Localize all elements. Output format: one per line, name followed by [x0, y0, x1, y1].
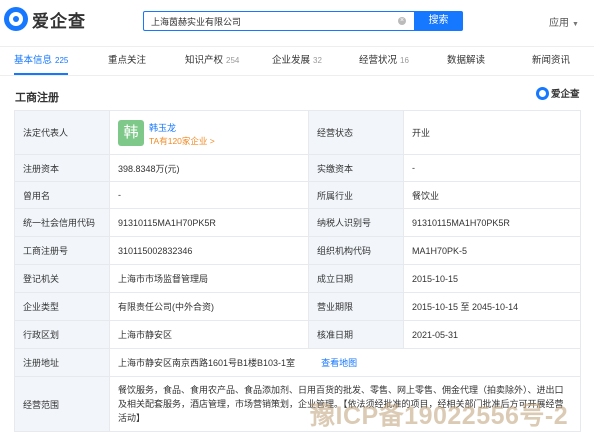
reg-no-label: 工商注册号 — [14, 236, 110, 265]
registration-table: 法定代表人 韩 韩玉龙 TA有120家企业 > 经营状态 开业 注册资本 398… — [14, 110, 581, 432]
table-row: 统一社会信用代码 91310115MA1H70PK5R 纳税人识别号 91310… — [14, 208, 581, 237]
legal-rep-label: 法定代表人 — [14, 110, 110, 155]
district-label: 行政区划 — [14, 320, 110, 349]
chevron-down-icon: ▼ — [572, 21, 579, 28]
tab-count: 254 — [226, 56, 240, 65]
apps-menu[interactable]: 应用 ▼ — [549, 14, 579, 29]
credit-code-label: 统一社会信用代码 — [14, 208, 110, 237]
table-row: 注册资本 398.8348万(元) 实缴资本 - — [14, 154, 581, 182]
authority-value: 上海市市场监督管理局 — [109, 264, 309, 293]
apps-label: 应用 — [549, 18, 569, 29]
tab-key-attention[interactable]: 重点关注 — [108, 47, 146, 75]
search-input[interactable] — [144, 12, 384, 30]
legal-rep-cell: 韩 韩玉龙 TA有120家企业 > — [109, 110, 309, 155]
tab-development[interactable]: 企业发展 32 — [272, 47, 322, 75]
address-label: 注册地址 — [14, 348, 110, 377]
type-value: 有限责任公司(中外合资) — [109, 292, 309, 321]
industry-value: 餐饮业 — [403, 181, 581, 209]
tab-label: 数据解读 — [447, 55, 486, 66]
former-name-value: - — [109, 181, 309, 209]
brand-logo: 爱企查 — [536, 86, 580, 100]
logo[interactable]: 爱企查 — [4, 6, 86, 32]
tab-label: 企业发展 — [272, 55, 311, 66]
search-button[interactable]: 搜索 — [414, 11, 463, 31]
former-name-label: 曾用名 — [14, 181, 110, 209]
status-value: 开业 — [403, 110, 581, 155]
table-row: 登记机关 上海市市场监督管理局 成立日期 2015-10-15 — [14, 264, 581, 293]
term-value: 2015-10-15 至 2045-10-14 — [403, 292, 581, 321]
logo-icon — [4, 7, 28, 31]
table-row: 行政区划 上海市静安区 核准日期 2021-05-31 — [14, 320, 581, 349]
approval-label: 核准日期 — [308, 320, 404, 349]
type-label: 企业类型 — [14, 292, 110, 321]
established-label: 成立日期 — [308, 264, 404, 293]
avatar: 韩 — [118, 120, 144, 146]
tab-basic-info[interactable]: 基本信息 225 — [14, 47, 69, 75]
table-row: 曾用名 - 所属行业 餐饮业 — [14, 181, 581, 209]
tab-data-analysis[interactable]: 数据解读 — [447, 47, 485, 75]
clear-icon[interactable]: × — [398, 17, 406, 25]
tab-label: 基本信息 — [14, 55, 53, 66]
paid-capital-value: - — [403, 154, 581, 182]
search-box: × — [143, 11, 415, 31]
taxpayer-value: 91310115MA1H70PK5R — [403, 208, 581, 237]
address-value: 上海市静安区南京西路1601号B1楼B103-1室 — [118, 358, 296, 368]
tab-label: 经营状况 — [359, 55, 398, 66]
paid-capital-label: 实缴资本 — [308, 154, 404, 182]
tab-label: 重点关注 — [108, 55, 147, 66]
brand-text: 爱企查 — [551, 89, 580, 100]
tab-count: 32 — [313, 56, 322, 65]
top-bar: 爱企查 × 搜索 应用▼ — [0, 0, 594, 42]
table-row: 工商注册号 310115002832346 组织机构代码 MA1H70PK-5 — [14, 236, 581, 265]
tab-count: 225 — [55, 56, 69, 65]
table-row: 法定代表人 韩 韩玉龙 TA有120家企业 > 经营状态 开业 — [14, 110, 581, 155]
logo-text: 爱企查 — [32, 11, 86, 31]
table-row: 注册地址 上海市静安区南京西路1601号B1楼B103-1室 查看地图 — [14, 348, 581, 377]
taxpayer-label: 纳税人识别号 — [308, 208, 404, 237]
approval-value: 2021-05-31 — [403, 320, 581, 349]
industry-label: 所属行业 — [308, 181, 404, 209]
tab-news[interactable]: 新闻资讯 — [532, 47, 570, 75]
tab-bar: 基本信息 225 重点关注 知识产权 254 企业发展 32 经营状况 16 数据解读 … — [0, 46, 594, 76]
section-title: 工商注册 — [15, 92, 59, 104]
tab-ip[interactable]: 知识产权 254 — [185, 47, 239, 75]
credit-code-value: 91310115MA1H70PK5R — [109, 208, 309, 237]
tab-label: 知识产权 — [185, 55, 224, 66]
authority-label: 登记机关 — [14, 264, 110, 293]
established-value: 2015-10-15 — [403, 264, 581, 293]
district-value: 上海市静安区 — [109, 320, 309, 349]
scope-label: 经营范围 — [14, 376, 110, 432]
tab-count: 16 — [400, 56, 409, 65]
reg-no-value: 310115002832346 — [109, 236, 309, 265]
reg-capital-label: 注册资本 — [14, 154, 110, 182]
tab-operations[interactable]: 经营状况 16 — [359, 47, 409, 75]
reg-capital-value: 398.8348万(元) — [109, 154, 309, 182]
tab-label: 新闻资讯 — [532, 55, 571, 66]
address-cell: 上海市静安区南京西路1601号B1楼B103-1室 查看地图 — [109, 348, 581, 377]
view-map-link[interactable]: 查看地图 — [321, 358, 357, 368]
term-label: 营业期限 — [308, 292, 404, 321]
org-code-label: 组织机构代码 — [308, 236, 404, 265]
legal-rep-companies-link[interactable]: TA有120家企业 > — [149, 135, 215, 147]
brand-icon — [536, 86, 549, 100]
watermark: 豫ICP备19022556号-2 — [310, 402, 569, 430]
status-label: 经营状态 — [308, 110, 404, 155]
legal-rep-name-link[interactable]: 韩玉龙 — [149, 121, 176, 134]
table-row: 企业类型 有限责任公司(中外合资) 营业期限 2015-10-15 至 2045… — [14, 292, 581, 321]
org-code-value: MA1H70PK-5 — [403, 236, 581, 265]
